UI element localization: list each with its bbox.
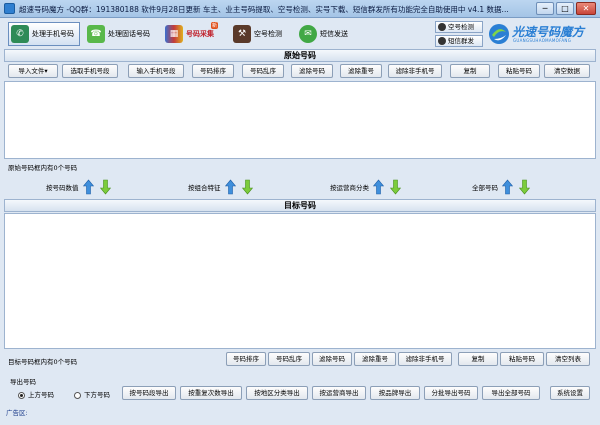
target-paste-button[interactable]: 粘贴号码 — [500, 352, 544, 366]
sms-icon: ✉ — [299, 25, 317, 43]
source-non-mobile-button[interactable]: 滤除非手机号 — [388, 64, 442, 78]
ad-area-label: 广告区: — [6, 409, 28, 417]
tool-empty-check[interactable]: ⚒ 空号检测 — [230, 22, 292, 46]
import-file-button[interactable]: 导入文件▾ — [8, 64, 58, 78]
export-section: 导出号码 上方号码 下方号码 按号码段导出 按重复次数导出 按地区分类导出 按运… — [4, 374, 596, 424]
source-dedupe-button[interactable]: 滤除重号 — [340, 64, 382, 78]
source-shuffle-button[interactable]: 号码乱序 — [242, 64, 284, 78]
move-down-icon[interactable] — [390, 179, 401, 195]
source-copy-button[interactable]: 复制 — [450, 64, 490, 78]
collect-icon: ▦ — [165, 25, 183, 43]
source-filter-button[interactable]: 滤除号码 — [291, 64, 333, 78]
export-label: 导出号码 — [10, 378, 36, 386]
move-up-icon[interactable] — [502, 179, 513, 195]
tool-landline-numbers[interactable]: ☎ 处理固话号码 — [84, 22, 156, 46]
export-by-region-button[interactable]: 按地区分类导出 — [246, 386, 308, 400]
source-sort-button[interactable]: 号码排序 — [192, 64, 234, 78]
sort-group-value: 按号码数值 — [46, 178, 117, 196]
export-batch-button[interactable]: 分批导出号码 — [424, 386, 478, 400]
target-non-mobile-button[interactable]: 滤除非手机号 — [398, 352, 452, 366]
source-button-row: 导入文件▾ 选取手机号段 输入手机号段 号码排序 号码乱序 滤除号码 滤除重号 … — [4, 64, 596, 82]
brand-logo: 光速号码魔方 GUANGSUHAOMAMOFANG — [488, 22, 596, 46]
sort-group-all: 全部号码 — [472, 178, 536, 196]
phone-icon: ✆ — [11, 25, 29, 43]
target-number-textarea[interactable] — [4, 213, 596, 349]
title-bar: 超速号码魔方 -QQ群：191380188 软件9月28日更新 车主、业主号码提… — [0, 0, 600, 18]
move-down-icon[interactable] — [519, 179, 530, 195]
export-by-repeat-button[interactable]: 按重复次数导出 — [180, 386, 242, 400]
move-up-icon[interactable] — [373, 179, 384, 195]
source-panel-title: 原始号码 — [4, 49, 596, 62]
logo-subtitle: GUANGSUHAOMAMOFANG — [513, 38, 572, 43]
source-clear-button[interactable]: 清空数据 — [544, 64, 590, 78]
app-icon — [4, 3, 15, 14]
move-up-icon[interactable] — [82, 179, 94, 195]
source-number-textarea[interactable] — [4, 81, 596, 159]
tool-sms-send[interactable]: ✉ 短信发送 — [296, 22, 358, 46]
select-segment-button[interactable]: 选取手机号段 — [62, 64, 118, 78]
side-empty-check-button[interactable]: 空号检测 — [435, 21, 483, 33]
target-sort-button[interactable]: 号码排序 — [226, 352, 266, 366]
input-segment-button[interactable]: 输入手机号段 — [128, 64, 184, 78]
radio-upper-numbers[interactable]: 上方号码 — [18, 389, 54, 399]
target-copy-button[interactable]: 复制 — [458, 352, 498, 366]
minimize-button[interactable]: ─ — [536, 2, 554, 15]
target-panel-title: 目标号码 — [4, 199, 596, 212]
sort-group-pattern: 按组合特征 — [188, 178, 259, 196]
sort-bar: 按号码数值 按组合特征 按运营商分类 全部号码 — [4, 176, 596, 198]
radio-dot-checked — [18, 391, 25, 399]
qq-icon — [438, 37, 446, 45]
export-all-button[interactable]: 导出全部号码 — [482, 386, 540, 400]
target-dedupe-button[interactable]: 滤除重号 — [354, 352, 396, 366]
export-by-carrier-button[interactable]: 按运营商导出 — [312, 386, 366, 400]
source-paste-button[interactable]: 粘贴号码 — [498, 64, 540, 78]
tool-mobile-numbers[interactable]: ✆ 处理手机号码 — [8, 22, 80, 46]
close-button[interactable]: ✕ — [576, 2, 596, 15]
system-settings-button[interactable]: 系统设置 — [550, 386, 590, 400]
window-title: 超速号码魔方 -QQ群：191380188 软件9月28日更新 车主、业主号码提… — [19, 5, 509, 14]
export-by-brand-button[interactable]: 按品牌导出 — [370, 386, 420, 400]
landline-icon: ☎ — [87, 25, 105, 43]
logo-swirl-icon — [489, 24, 509, 44]
qq-icon — [438, 23, 446, 31]
new-badge: 新 — [211, 22, 219, 29]
side-sms-group-button[interactable]: 短信群发 — [435, 35, 483, 47]
move-down-icon[interactable] — [99, 179, 111, 195]
target-shuffle-button[interactable]: 号码乱序 — [268, 352, 310, 366]
target-clear-button[interactable]: 清空列表 — [546, 352, 590, 366]
maximize-button[interactable]: □ — [556, 2, 574, 15]
move-down-icon[interactable] — [241, 179, 253, 195]
move-up-icon[interactable] — [224, 179, 236, 195]
tool-number-collect[interactable]: ▦ 号码采集 新 — [162, 22, 224, 46]
radio-dot — [74, 391, 81, 399]
target-button-row: 号码排序 号码乱序 滤除号码 滤除重号 滤除非手机号 复制 粘贴号码 清空列表 — [4, 352, 596, 370]
hammer-icon: ⚒ — [233, 25, 251, 43]
chevron-down-icon: ▾ — [44, 67, 48, 75]
sort-group-carrier: 按运营商分类 — [330, 178, 407, 196]
target-filter-button[interactable]: 滤除号码 — [312, 352, 352, 366]
export-by-segment-button[interactable]: 按号码段导出 — [122, 386, 176, 400]
source-count-status: 原始号码框内有0个号码 — [8, 164, 78, 172]
radio-lower-numbers[interactable]: 下方号码 — [74, 389, 110, 399]
